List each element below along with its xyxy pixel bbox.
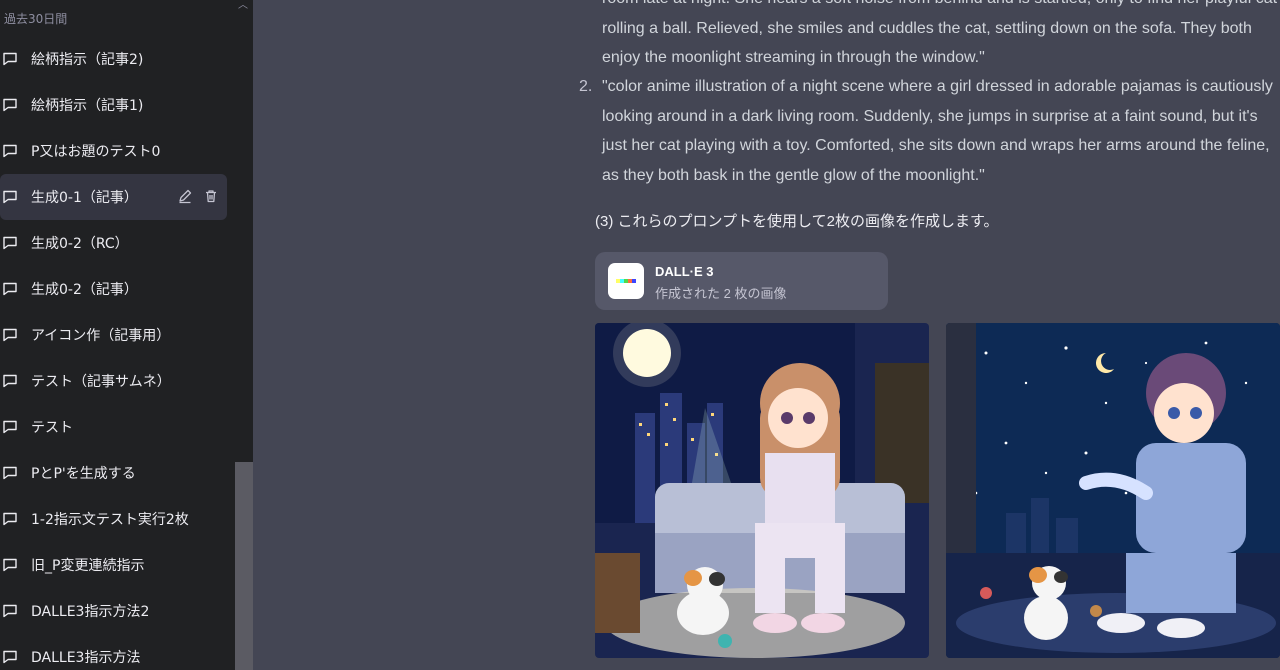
conversation-item[interactable]: DALLE3指示方法2 bbox=[0, 588, 227, 634]
prompt-item-2-text: "color anime illustration of a night sce… bbox=[602, 78, 1273, 184]
chat-main: room late at night. She hears a soft noi… bbox=[253, 0, 1280, 670]
conversation-item[interactable]: テスト（記事サムネ） bbox=[0, 358, 227, 404]
prompt-item-1-text: room late at night. She hears a soft noi… bbox=[602, 0, 1277, 66]
conversation-label: DALLE3指示方法 bbox=[31, 650, 141, 666]
scroll-up-arrow-icon[interactable]: ︿ bbox=[234, 0, 252, 14]
conversation-item[interactable]: 旧_P変更連続指示 bbox=[0, 542, 227, 588]
conversation-label: 旧_P変更連続指示 bbox=[31, 558, 145, 574]
conversation-label: 絵柄指示（記事1) bbox=[31, 98, 144, 114]
chat-bubble-icon bbox=[3, 190, 17, 204]
conversation-label: テスト（記事サムネ） bbox=[31, 374, 171, 390]
conversation-label: 生成0-2（記事） bbox=[31, 282, 138, 298]
conversation-label: 絵柄指示（記事2) bbox=[31, 52, 144, 68]
conversation-item[interactable]: 1-2指示文テスト実行2枚 bbox=[0, 496, 227, 542]
delete-trash-icon[interactable] bbox=[203, 188, 219, 204]
chat-bubble-icon bbox=[3, 558, 17, 572]
anime-girl-cat-illustration-2 bbox=[946, 323, 1280, 658]
anime-girl-cat-illustration-1 bbox=[595, 323, 929, 658]
conversation-label: 生成0-2（RC） bbox=[31, 236, 129, 252]
chat-bubble-icon bbox=[3, 98, 17, 112]
chat-bubble-icon bbox=[3, 52, 17, 66]
sidebar: 過去30日間 ︿ 絵柄指示（記事2) 絵柄指示（記事1) P又はお題のテスト0 … bbox=[0, 0, 253, 670]
conversation-item[interactable]: テスト bbox=[0, 404, 227, 450]
conversation-label: アイコン作（記事用） bbox=[31, 328, 171, 344]
conversation-item[interactable]: アイコン作（記事用） bbox=[0, 312, 227, 358]
conversation-label: P又はお題のテスト0 bbox=[31, 144, 161, 160]
chat-bubble-icon bbox=[3, 236, 17, 250]
conversation-label: DALLE3指示方法2 bbox=[31, 604, 150, 620]
step-3-text: (3) これらのプロンプトを使用して2枚の画像を作成します。 bbox=[595, 213, 999, 230]
scrollbar-thumb[interactable] bbox=[235, 462, 253, 670]
dalle-title: DALL·E 3 bbox=[655, 264, 714, 279]
conversation-label: テスト bbox=[31, 420, 73, 436]
list-number: 2. bbox=[579, 78, 593, 95]
conversation-item[interactable]: 絵柄指示（記事2) bbox=[0, 36, 227, 82]
chat-bubble-icon bbox=[3, 374, 17, 388]
edit-pencil-icon[interactable] bbox=[177, 188, 193, 204]
chat-bubble-icon bbox=[3, 604, 17, 618]
conversation-item[interactable]: P又はお題のテスト0 bbox=[0, 128, 227, 174]
dalle-logo-icon bbox=[608, 263, 644, 299]
chat-bubble-icon bbox=[3, 466, 17, 480]
conversation-item[interactable]: 絵柄指示（記事1) bbox=[0, 82, 227, 128]
conversation-item[interactable]: DALLE3指示方法 bbox=[0, 634, 227, 670]
chat-bubble-icon bbox=[3, 512, 17, 526]
chat-bubble-icon bbox=[3, 420, 17, 434]
conversation-item[interactable]: 生成0-2（RC） bbox=[0, 220, 227, 266]
dalle-tool-card[interactable]: DALL·E 3 作成された 2 枚の画像 bbox=[595, 252, 888, 310]
conversation-list: 絵柄指示（記事2) 絵柄指示（記事1) P又はお題のテスト0 生成0-1（記事）… bbox=[0, 36, 230, 670]
conversation-label: PとP'を生成する bbox=[31, 466, 136, 482]
chat-bubble-icon bbox=[3, 282, 17, 296]
conversation-item-active[interactable]: 生成0-1（記事） bbox=[0, 174, 227, 220]
chat-bubble-icon bbox=[3, 144, 17, 158]
conversation-actions bbox=[177, 188, 219, 204]
chat-bubble-icon bbox=[3, 328, 17, 342]
generated-image-2[interactable] bbox=[946, 323, 1280, 658]
conversation-label: 1-2指示文テスト実行2枚 bbox=[31, 512, 189, 528]
conversation-label: 生成0-1（記事） bbox=[31, 190, 138, 206]
conversation-item[interactable]: 生成0-2（記事） bbox=[0, 266, 227, 312]
conversation-item[interactable]: PとP'を生成する bbox=[0, 450, 227, 496]
section-label-past-30-days: 過去30日間 bbox=[4, 12, 68, 26]
generated-image-1[interactable] bbox=[595, 323, 929, 658]
chat-bubble-icon bbox=[3, 650, 17, 664]
dalle-subtitle: 作成された 2 枚の画像 bbox=[655, 286, 787, 301]
